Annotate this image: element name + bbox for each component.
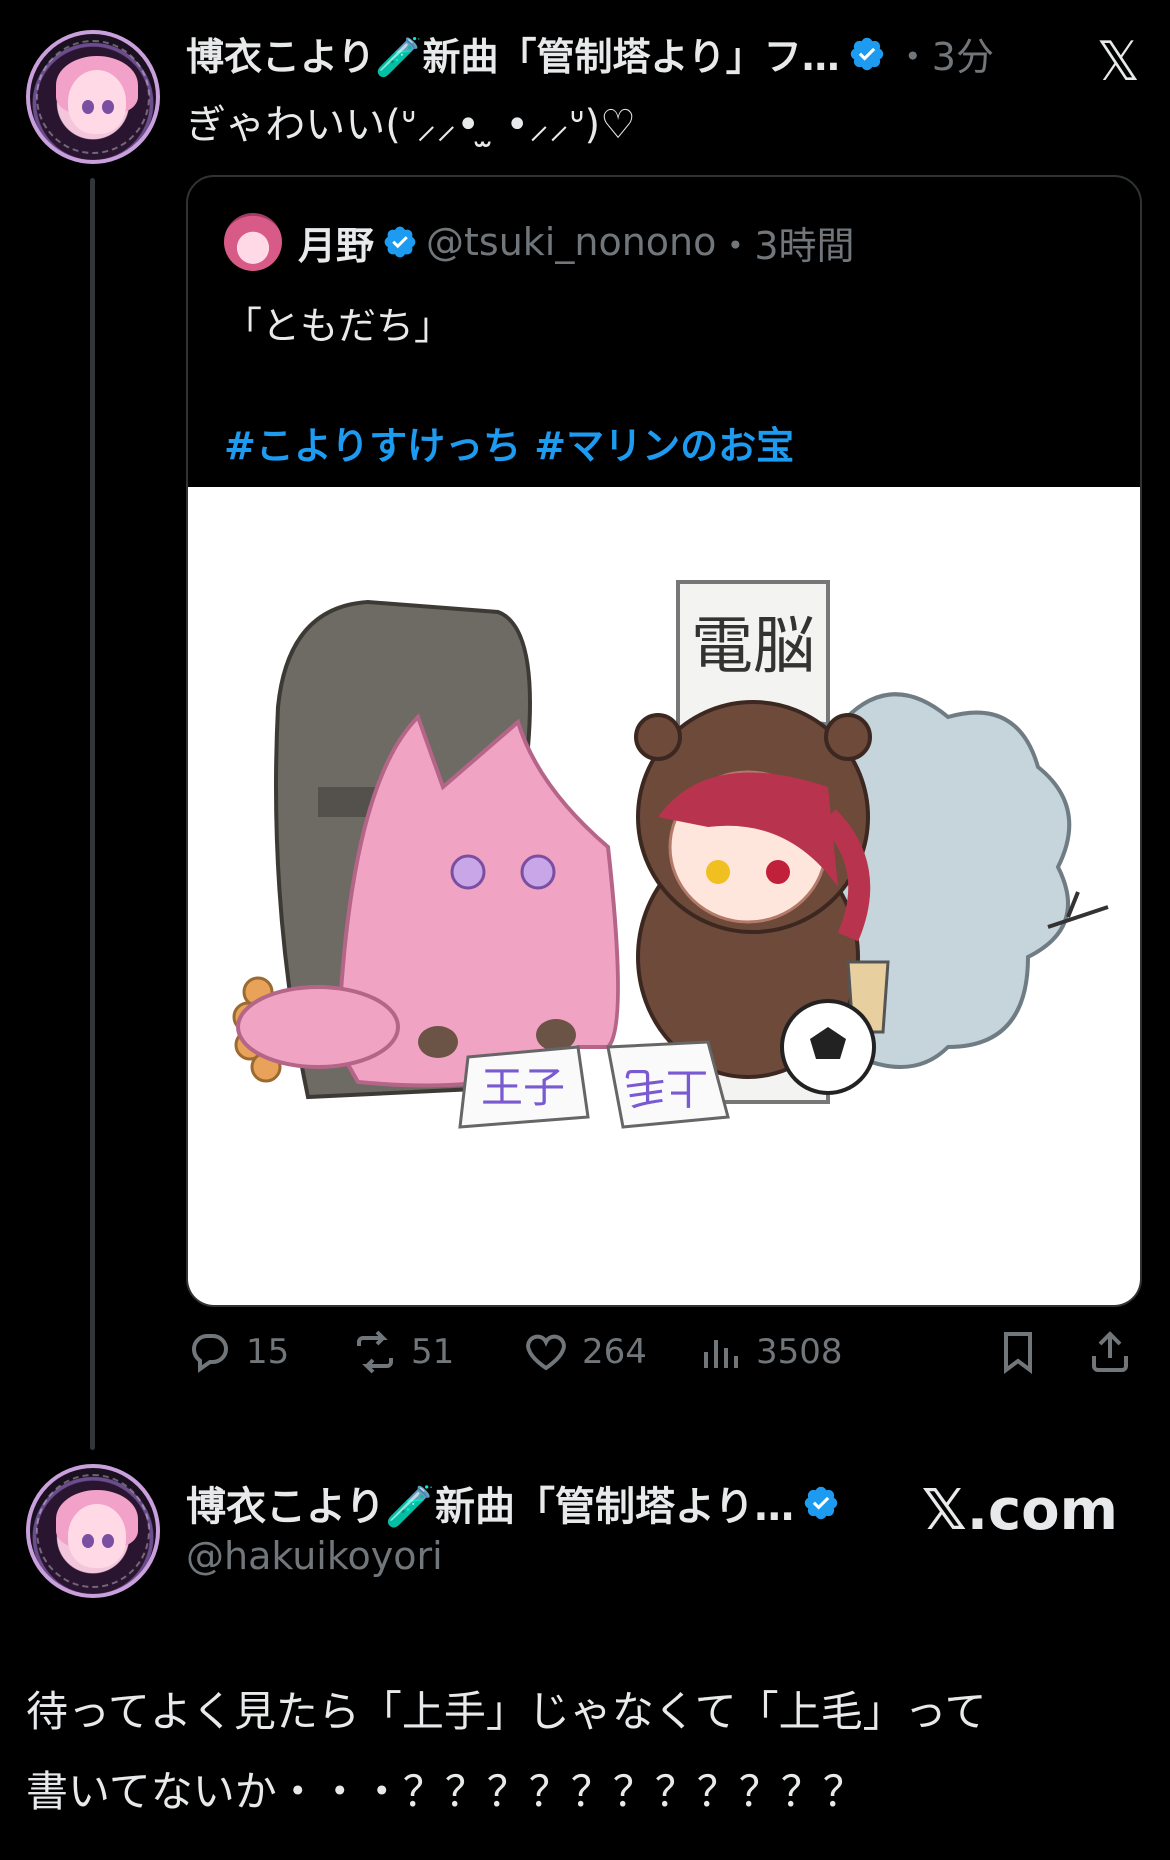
reply-count: 15 xyxy=(246,1332,290,1372)
illustration: 電脳 王子 上毛 xyxy=(232,580,1109,1129)
action-bar: 15 51 264 3508 xyxy=(186,1328,1142,1388)
quoted-time: ・3時間 xyxy=(716,223,855,268)
repost-count: 51 xyxy=(411,1332,455,1372)
views-count: 3508 xyxy=(756,1332,843,1372)
share-icon xyxy=(1092,1331,1128,1372)
repost-button[interactable]: 51 xyxy=(351,1328,454,1376)
reply-button[interactable]: 15 xyxy=(186,1328,289,1376)
avatar-face xyxy=(68,70,126,134)
verified-badge-icon xyxy=(804,1486,838,1520)
verified-badge-icon xyxy=(384,226,416,258)
quoted-handle: @tsuki_nonono xyxy=(426,220,717,264)
sign-text: 電脳 xyxy=(691,609,815,682)
body-line-2: 書いてないか・・・？？？？？？？？？？？ xyxy=(26,1767,865,1816)
avatar-eye-left xyxy=(82,1534,94,1548)
paper-left: 王子 xyxy=(458,1045,590,1129)
views-icon xyxy=(704,1340,738,1368)
girl-eye-left xyxy=(706,860,730,884)
share-button[interactable] xyxy=(1086,1328,1146,1376)
reply-icon xyxy=(191,1334,229,1373)
pink-cat-tail xyxy=(236,985,400,1069)
girl-eye-right xyxy=(766,860,790,884)
bookmark-button[interactable] xyxy=(994,1328,1054,1376)
quoted-hashtags[interactable]: #こよりすけっち #マリンのお宝 xyxy=(224,415,794,470)
bookmark-icon xyxy=(1004,1332,1032,1374)
pink-cat-eye-left xyxy=(450,854,486,890)
avatar-eye-left xyxy=(82,100,94,114)
avatar-eye-right xyxy=(102,1534,114,1548)
quoted-author-name: 月野 xyxy=(298,223,375,268)
thread-line xyxy=(90,178,95,1450)
post-text: ぎゃわいい(ᐡ⸝⸝• ̫ •⸝⸝ᐡ)♡ xyxy=(186,102,637,148)
pink-cat-eye-right xyxy=(520,854,556,890)
pink-cat-paw xyxy=(536,1019,576,1051)
x-logo-icon[interactable]: 𝕏 xyxy=(1096,30,1140,93)
quoted-header: 月野 @tsuki_nonono ・3時間 xyxy=(224,213,855,271)
repost-icon xyxy=(357,1330,393,1374)
card-domain[interactable]: 𝕏.com xyxy=(922,1478,1118,1543)
verified-badge-icon xyxy=(850,37,884,70)
quoted-avatar[interactable] xyxy=(224,213,282,271)
card-avatar[interactable] xyxy=(26,1464,160,1598)
svg-text:上毛: 上毛 xyxy=(624,1063,708,1112)
avatar-eye-right xyxy=(102,100,114,114)
bear-ear xyxy=(634,713,682,761)
post-time[interactable]: ・3分 xyxy=(894,26,994,81)
avatar[interactable] xyxy=(26,30,160,164)
card-name[interactable]: 博衣こより🧪新曲「管制塔より… xyxy=(186,1474,848,1532)
paper-right: 上毛 xyxy=(606,1040,730,1129)
author-name[interactable]: 博衣こより🧪新曲「管制塔より」フ… xyxy=(186,26,840,81)
body-line-1: 待ってよく見たら「上手」じゃなくて「上毛」って xyxy=(26,1687,987,1736)
bear-ear xyxy=(824,713,872,761)
avatar-face xyxy=(68,1504,126,1568)
pink-cat-paw xyxy=(418,1026,458,1058)
card-name-text: 博衣こより🧪新曲「管制塔より… xyxy=(186,1484,795,1530)
body-text: 待ってよく見たら「上手」じゃなくて「上毛」って 書いてないか・・・？？？？？？？… xyxy=(26,1672,1146,1832)
quoted-post[interactable]: 月野 @tsuki_nonono ・3時間 「ともだち」 #こよりすけっち #マ… xyxy=(186,175,1142,1307)
quoted-image[interactable]: 電脳 王子 上毛 xyxy=(188,487,1140,1305)
card-handle[interactable]: @hakuikoyori xyxy=(186,1534,443,1578)
quoted-text: 「ともだち」 xyxy=(224,304,453,348)
like-button[interactable]: 264 xyxy=(522,1328,647,1376)
svg-text:王子: 王子 xyxy=(481,1063,565,1112)
heart-icon xyxy=(526,1334,566,1371)
like-count: 264 xyxy=(582,1332,647,1372)
views-button[interactable]: 3508 xyxy=(696,1328,843,1376)
post-header: 博衣こより🧪新曲「管制塔より」フ… ・3分 xyxy=(186,26,994,81)
